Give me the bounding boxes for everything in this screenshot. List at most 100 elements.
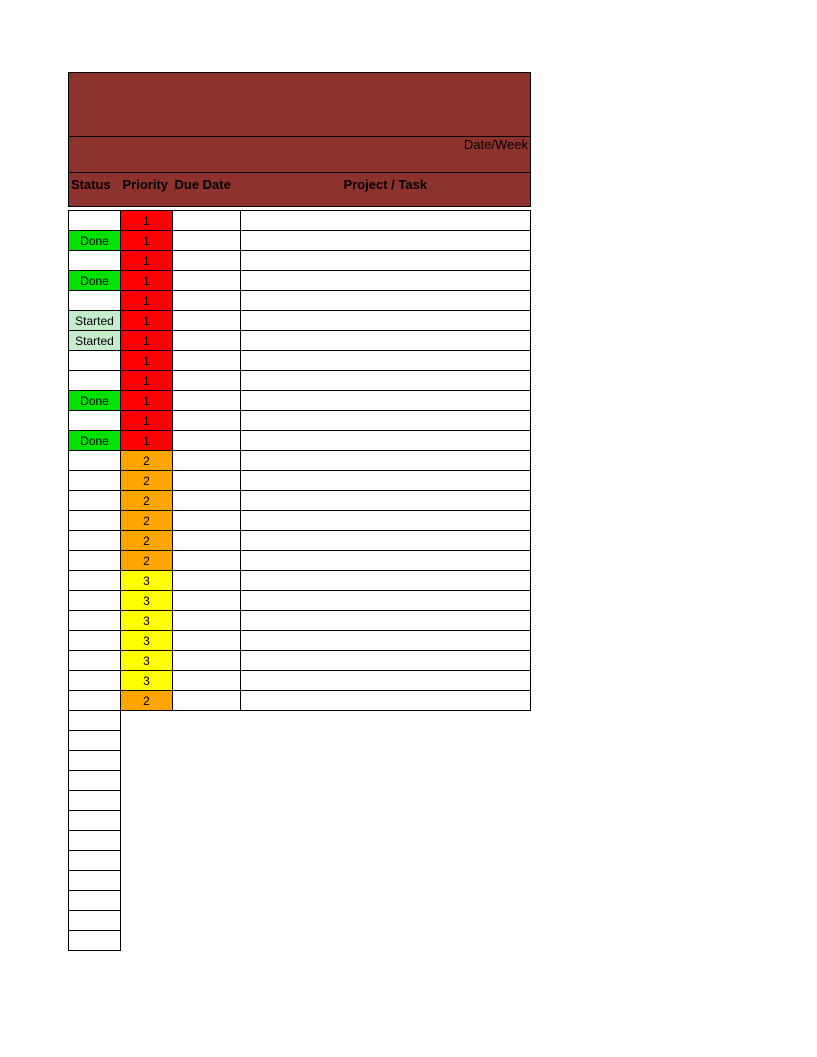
project-task-cell[interactable] bbox=[241, 411, 531, 431]
project-task-cell[interactable] bbox=[241, 511, 531, 531]
due-date-cell[interactable] bbox=[173, 471, 241, 491]
table-row[interactable]: 3 bbox=[69, 591, 531, 611]
due-date-cell[interactable] bbox=[173, 291, 241, 311]
table-row[interactable]: 2 bbox=[69, 531, 531, 551]
table-row[interactable]: 2 bbox=[69, 691, 531, 711]
due-date-cell[interactable] bbox=[173, 631, 241, 651]
status-cell[interactable]: Done bbox=[69, 231, 121, 251]
due-date-cell[interactable] bbox=[173, 571, 241, 591]
due-date-cell[interactable] bbox=[173, 511, 241, 531]
priority-cell[interactable]: 2 bbox=[121, 551, 173, 571]
table-row[interactable]: 3 bbox=[69, 611, 531, 631]
status-cell[interactable] bbox=[69, 691, 121, 711]
priority-cell[interactable]: 2 bbox=[121, 491, 173, 511]
project-task-cell[interactable] bbox=[241, 631, 531, 651]
status-cell[interactable] bbox=[69, 511, 121, 531]
table-row[interactable]: 3 bbox=[69, 651, 531, 671]
project-task-cell[interactable] bbox=[241, 571, 531, 591]
project-task-cell[interactable] bbox=[241, 651, 531, 671]
priority-cell[interactable]: 2 bbox=[121, 451, 173, 471]
due-date-cell[interactable] bbox=[173, 311, 241, 331]
empty-cell[interactable] bbox=[69, 931, 121, 951]
table-row[interactable] bbox=[69, 931, 121, 951]
project-task-cell[interactable] bbox=[241, 271, 531, 291]
due-date-cell[interactable] bbox=[173, 431, 241, 451]
table-row[interactable]: Started1 bbox=[69, 311, 531, 331]
table-row[interactable] bbox=[69, 711, 121, 731]
project-task-cell[interactable] bbox=[241, 331, 531, 351]
due-date-cell[interactable] bbox=[173, 651, 241, 671]
table-row[interactable]: Started1 bbox=[69, 331, 531, 351]
table-row[interactable]: 2 bbox=[69, 451, 531, 471]
status-cell[interactable] bbox=[69, 591, 121, 611]
status-cell[interactable] bbox=[69, 351, 121, 371]
table-row[interactable]: 1 bbox=[69, 211, 531, 231]
table-row[interactable]: 2 bbox=[69, 551, 531, 571]
status-cell[interactable]: Started bbox=[69, 311, 121, 331]
table-row[interactable]: 2 bbox=[69, 511, 531, 531]
project-task-cell[interactable] bbox=[241, 431, 531, 451]
empty-cell[interactable] bbox=[69, 831, 121, 851]
project-task-cell[interactable] bbox=[241, 311, 531, 331]
status-cell[interactable] bbox=[69, 211, 121, 231]
table-row[interactable]: 1 bbox=[69, 251, 531, 271]
table-row[interactable] bbox=[69, 911, 121, 931]
table-row[interactable] bbox=[69, 811, 121, 831]
table-row[interactable]: 3 bbox=[69, 571, 531, 591]
project-task-cell[interactable] bbox=[241, 531, 531, 551]
table-row[interactable] bbox=[69, 771, 121, 791]
due-date-cell[interactable] bbox=[173, 491, 241, 511]
priority-cell[interactable]: 1 bbox=[121, 391, 173, 411]
status-cell[interactable]: Started bbox=[69, 331, 121, 351]
status-cell[interactable] bbox=[69, 451, 121, 471]
status-cell[interactable] bbox=[69, 371, 121, 391]
project-task-cell[interactable] bbox=[241, 231, 531, 251]
status-cell[interactable]: Done bbox=[69, 431, 121, 451]
priority-cell[interactable]: 1 bbox=[121, 371, 173, 391]
empty-cell[interactable] bbox=[69, 711, 121, 731]
project-task-cell[interactable] bbox=[241, 551, 531, 571]
project-task-cell[interactable] bbox=[241, 611, 531, 631]
table-row[interactable]: Done1 bbox=[69, 431, 531, 451]
table-row[interactable]: 2 bbox=[69, 471, 531, 491]
due-date-cell[interactable] bbox=[173, 531, 241, 551]
empty-cell[interactable] bbox=[69, 871, 121, 891]
empty-cell[interactable] bbox=[69, 911, 121, 931]
due-date-cell[interactable] bbox=[173, 331, 241, 351]
project-task-cell[interactable] bbox=[241, 251, 531, 271]
status-cell[interactable]: Done bbox=[69, 271, 121, 291]
status-cell[interactable] bbox=[69, 471, 121, 491]
project-task-cell[interactable] bbox=[241, 491, 531, 511]
due-date-cell[interactable] bbox=[173, 551, 241, 571]
priority-cell[interactable]: 1 bbox=[121, 411, 173, 431]
status-cell[interactable] bbox=[69, 571, 121, 591]
table-row[interactable]: Done1 bbox=[69, 231, 531, 251]
table-row[interactable] bbox=[69, 871, 121, 891]
due-date-cell[interactable] bbox=[173, 211, 241, 231]
table-row[interactable]: 1 bbox=[69, 291, 531, 311]
priority-cell[interactable]: 1 bbox=[121, 291, 173, 311]
priority-cell[interactable]: 1 bbox=[121, 251, 173, 271]
priority-cell[interactable]: 2 bbox=[121, 691, 173, 711]
due-date-cell[interactable] bbox=[173, 611, 241, 631]
priority-cell[interactable]: 1 bbox=[121, 311, 173, 331]
due-date-cell[interactable] bbox=[173, 691, 241, 711]
status-cell[interactable] bbox=[69, 551, 121, 571]
priority-cell[interactable]: 1 bbox=[121, 211, 173, 231]
table-row[interactable]: 2 bbox=[69, 491, 531, 511]
project-task-cell[interactable] bbox=[241, 351, 531, 371]
project-task-cell[interactable] bbox=[241, 671, 531, 691]
due-date-cell[interactable] bbox=[173, 251, 241, 271]
due-date-cell[interactable] bbox=[173, 271, 241, 291]
table-row[interactable] bbox=[69, 831, 121, 851]
priority-cell[interactable]: 3 bbox=[121, 651, 173, 671]
status-cell[interactable] bbox=[69, 651, 121, 671]
priority-cell[interactable]: 1 bbox=[121, 351, 173, 371]
project-task-cell[interactable] bbox=[241, 451, 531, 471]
priority-cell[interactable]: 3 bbox=[121, 591, 173, 611]
priority-cell[interactable]: 3 bbox=[121, 611, 173, 631]
table-row[interactable] bbox=[69, 791, 121, 811]
priority-cell[interactable]: 2 bbox=[121, 531, 173, 551]
priority-cell[interactable]: 2 bbox=[121, 471, 173, 491]
project-task-cell[interactable] bbox=[241, 591, 531, 611]
